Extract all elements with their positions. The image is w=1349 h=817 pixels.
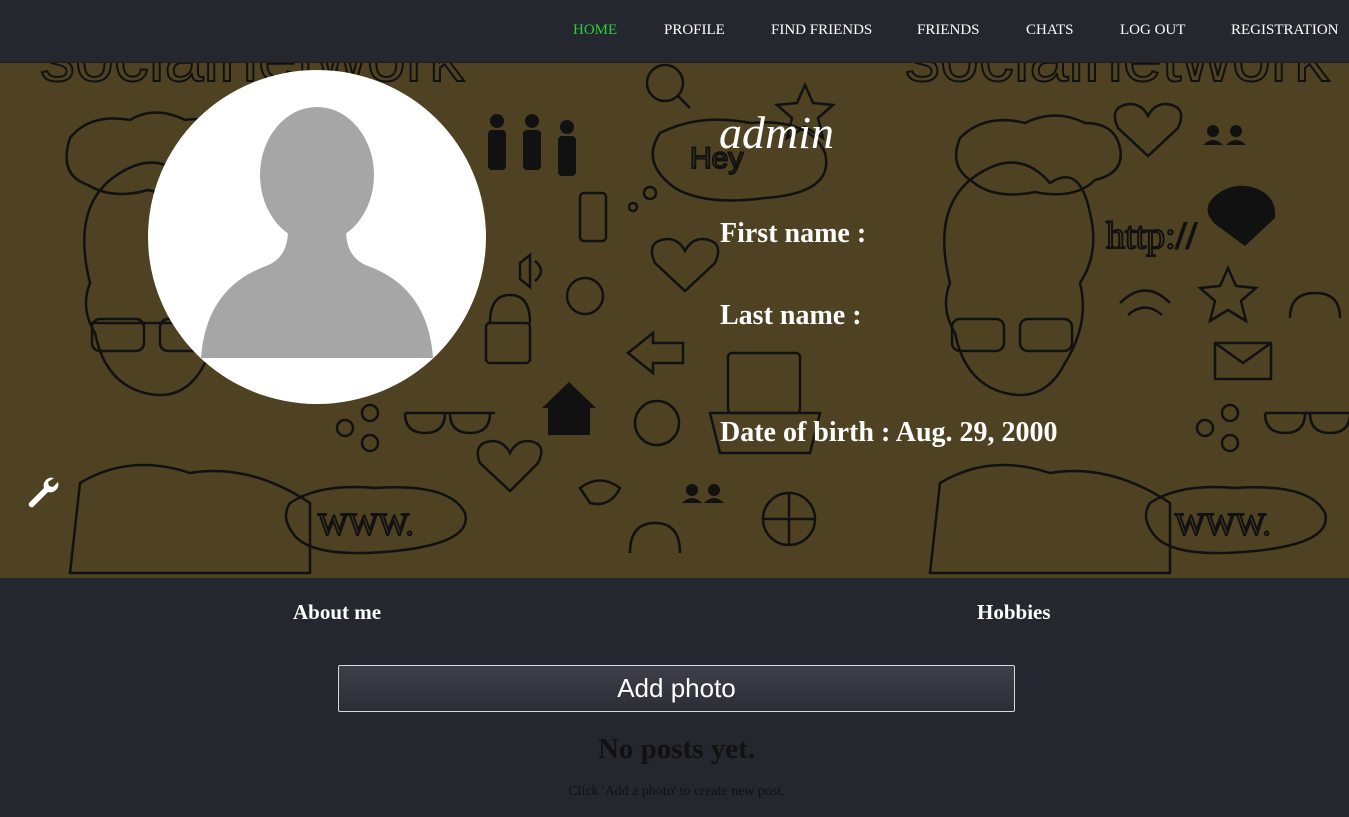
nav-chats-link[interactable]: CHATS xyxy=(1026,22,1074,39)
profile-avatar[interactable] xyxy=(148,70,486,404)
nav-find-friends-link[interactable]: FIND FRIENDS xyxy=(771,22,872,39)
date-of-birth-label: Date of birth : Aug. 29, 2000 xyxy=(720,417,1058,448)
about-me-heading[interactable]: About me xyxy=(293,600,381,625)
nav-logout-link[interactable]: LOG OUT xyxy=(1120,22,1185,39)
default-user-silhouette-icon xyxy=(201,107,433,358)
nav-home-link[interactable]: HOME xyxy=(573,22,617,39)
nav-friends-link[interactable]: FRIENDS xyxy=(917,22,980,39)
nav-registration-link[interactable]: REGISTRATION xyxy=(1231,22,1339,39)
edit-profile-button[interactable] xyxy=(24,473,62,511)
profile-banner: socialnetwork socialnetwork xyxy=(0,63,1349,578)
last-name-label: Last name : xyxy=(720,300,862,331)
banner-doodle-http: http:// xyxy=(1106,215,1197,257)
wrench-icon xyxy=(28,477,59,508)
top-navbar: HOME PROFILE FIND FRIENDS FRIENDS CHATS … xyxy=(0,0,1349,63)
banner-logo-lettering-right: socialnetwork xyxy=(905,63,1330,96)
banner-doodle-www-right: WWW. xyxy=(1175,506,1271,542)
no-posts-title: No posts yet. xyxy=(597,733,756,765)
hobbies-heading[interactable]: Hobbies xyxy=(977,600,1051,625)
profile-username: admin xyxy=(719,107,834,158)
first-name-label: First name : xyxy=(720,218,867,249)
nav-profile-link[interactable]: PROFILE xyxy=(664,22,725,39)
add-photo-button[interactable]: Add photo xyxy=(338,665,1015,712)
banner-doodle-www-left: WWW. xyxy=(318,506,414,542)
no-posts-hint: Click 'Add a photo' to create new post. xyxy=(568,784,785,799)
